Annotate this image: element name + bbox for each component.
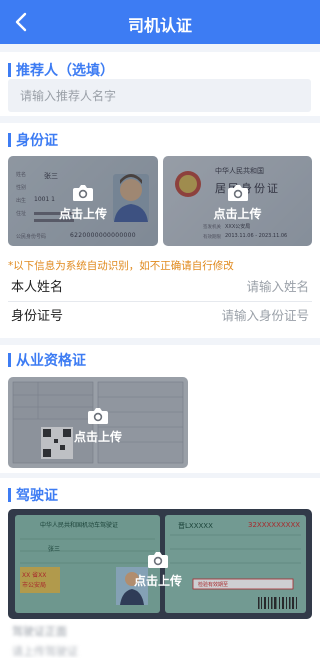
page-title: 司机认证 (127, 16, 192, 35)
id-number-field-input[interactable]: 请输入身份证号 (221, 305, 309, 324)
license-section-title: 驾驶证 (8, 485, 58, 505)
id-card-front-upload[interactable]: 姓名 性别 出生 住址 公民身份号码 张三 1001 1 62200000000… (8, 156, 158, 246)
section-bar (8, 63, 11, 77)
section-bar (8, 353, 11, 367)
upload-prompt: 点击上传 (103, 551, 213, 589)
upload-label: 点击上传 (58, 207, 107, 221)
camera-icon (73, 185, 93, 201)
referrer-title-text: 推荐人（选填） (16, 63, 114, 79)
nav-bar: 司机认证 (0, 0, 320, 44)
section-bar (8, 133, 11, 147)
camera-icon (88, 408, 108, 424)
id-number-field-row[interactable]: 身份证号 请输入身份证号 (0, 297, 320, 331)
upload-prompt: 点击上传 (8, 407, 188, 445)
name-field-input[interactable]: 请输入姓名 (246, 276, 309, 295)
referrer-section-title: 推荐人（选填） (8, 60, 114, 80)
id-card-section-title: 身份证 (8, 130, 58, 150)
qualification-title-text: 从业资格证 (16, 353, 86, 369)
name-field-label: 本人姓名 (11, 279, 64, 295)
upload-prompt: 点击上传 (163, 184, 312, 222)
id-number-field-label: 身份证号 (11, 308, 64, 324)
id-card-title-text: 身份证 (16, 133, 58, 149)
camera-icon (148, 552, 168, 568)
license-title-text: 驾驶证 (16, 488, 58, 504)
license-hint-caption: 请上传驾驶证 (12, 645, 78, 658)
license-upload[interactable]: XX 省XX 市公安局 中华人民共和国机动车驾驶证 张三 晋LXXXXX 32X… (8, 509, 312, 619)
camera-icon (227, 185, 248, 201)
upload-label: 点击上传 (73, 430, 122, 444)
referrer-input[interactable]: 请输入推荐人名字 (8, 79, 311, 112)
id-card-back-upload[interactable]: 签发机关 有效期限 中华人民共和国 居民身份证 XXX公安局 2013.11.0… (163, 156, 312, 246)
license-side-caption: 驾驶证正面 (12, 625, 67, 638)
upload-label: 点击上传 (213, 207, 262, 221)
upload-label: 点击上传 (133, 574, 182, 588)
upload-prompt: 点击上传 (8, 184, 158, 222)
section-bar (8, 488, 11, 502)
qualification-upload[interactable]: 点击上传 (8, 377, 188, 468)
qualification-section-title: 从业资格证 (8, 350, 86, 370)
